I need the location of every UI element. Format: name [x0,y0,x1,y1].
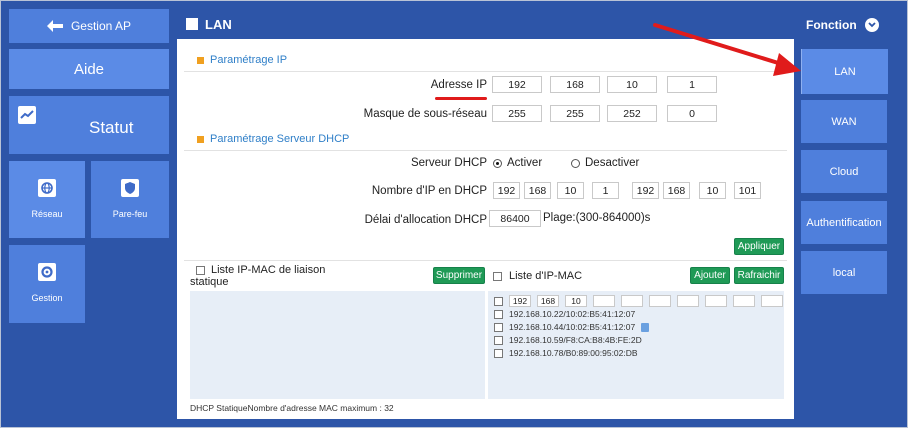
app-window: Gestion AP Aide Statut Réseau Pare-feu G… [0,0,908,428]
red-arrow-annotation [653,23,801,76]
